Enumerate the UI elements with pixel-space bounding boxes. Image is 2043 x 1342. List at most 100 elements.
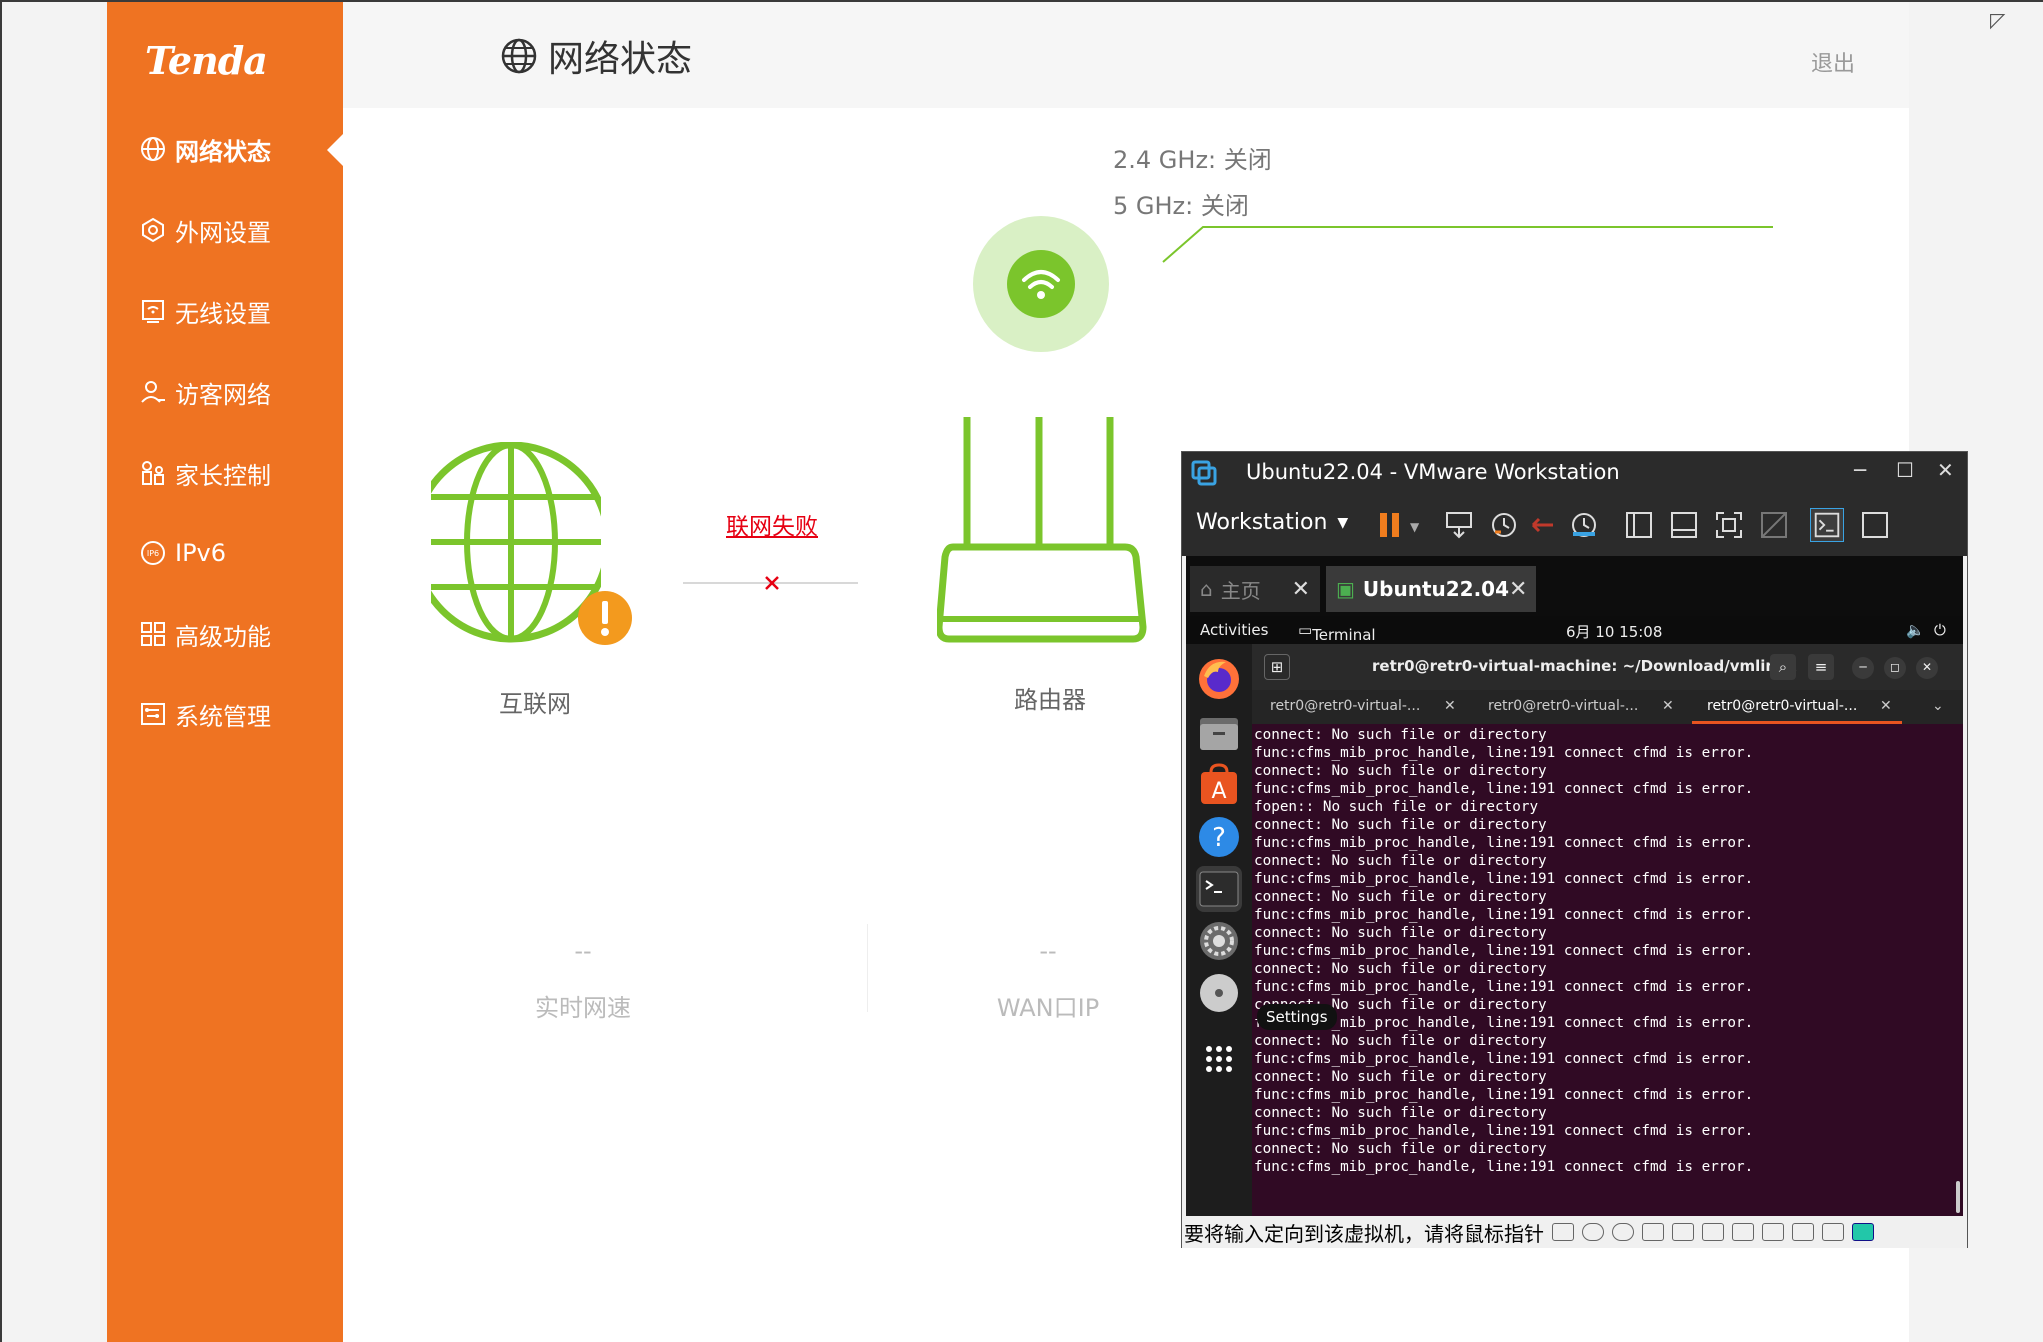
terminal-tab-active[interactable]: retr0@retr0-virtual-... [1707, 698, 1857, 714]
terminal-app-menu[interactable]: ▭ Terminal [1298, 621, 1376, 644]
revert-snapshot-icon[interactable] [1527, 508, 1561, 542]
ubuntu-screen[interactable]: Activities ▭ Terminal 6月 10 15:08 🔈 ⏻ A … [1186, 616, 1963, 1216]
sidebar-item-advanced[interactable]: 高级功能 [139, 614, 339, 654]
browser-left-border [0, 0, 2, 1342]
window-restore-icon[interactable]: ◸ [1990, 8, 2005, 32]
close-icon[interactable]: ✕ [1662, 698, 1674, 714]
maximize-icon[interactable]: ◻ [1884, 657, 1906, 679]
sidebar-item-ipv6[interactable]: IP6 IPv6 [139, 533, 339, 573]
stretch-icon[interactable] [1858, 508, 1892, 542]
vmware-tab-bar: ⌂ 主页 ✕ ▣ Ubuntu22.04 ✕ [1186, 556, 1963, 616]
maximize-icon[interactable]: ☐ [1896, 458, 1914, 482]
search-icon[interactable]: ⌕ [1770, 654, 1796, 680]
terminal-output[interactable]: connect: No such file or directory func:c… [1252, 724, 1963, 1216]
view-library-icon[interactable] [1622, 508, 1656, 542]
view-thumbnail-icon[interactable] [1667, 508, 1701, 542]
close-icon[interactable]: ✕ [1509, 577, 1527, 602]
page-title-text: 网络状态 [548, 39, 693, 80]
wan-icon [142, 217, 164, 243]
console-view-icon[interactable] [1810, 508, 1844, 542]
terminal-line: func:cfms_mib_proc_handle, line:191 conn… [1254, 871, 1754, 887]
usb-icon-2[interactable] [1822, 1223, 1844, 1241]
internet-globe-icon[interactable] [431, 442, 601, 652]
terminal-line: connect: No such file or directory [1254, 1069, 1547, 1085]
hard-disk-icon[interactable] [1552, 1223, 1574, 1241]
full-screen-icon[interactable] [1712, 508, 1746, 542]
close-icon[interactable]: ✕ [1880, 698, 1892, 714]
ubuntu-dock: A ? [1186, 644, 1252, 1216]
sidebar-item-guest[interactable]: 访客网络 [139, 372, 339, 412]
chevron-down-icon[interactable]: ⌄ [1932, 698, 1944, 714]
logout-link[interactable]: 退出 [1811, 46, 1855, 78]
wifi-icon[interactable] [971, 214, 1111, 354]
help-icon[interactable]: ? [1196, 814, 1242, 860]
tab-home[interactable]: ⌂ 主页 ✕ [1190, 566, 1320, 612]
status-message: 要将输入定向到该虚拟机，请将鼠标指针 [1184, 1221, 1544, 1246]
terminal-line: connect: No such file or directory [1254, 889, 1547, 905]
send-ctrl-alt-del-icon[interactable] [1442, 508, 1476, 542]
terminal-tab[interactable]: retr0@retr0-virtual-... [1270, 698, 1420, 714]
sidebar-item-wan[interactable]: 外网设置 [139, 210, 339, 250]
terminal-line: func:cfms_mib_proc_handle, line:191 conn… [1254, 1015, 1754, 1031]
show-apps-icon[interactable] [1196, 1036, 1242, 1082]
terminal-line: func:cfms_mib_proc_handle, line:191 conn… [1254, 1051, 1754, 1067]
close-icon[interactable]: ✕ [1916, 657, 1938, 679]
guest-icon [141, 381, 165, 403]
router-icon[interactable] [937, 412, 1167, 647]
snapshot-manager-icon[interactable] [1567, 508, 1601, 542]
terminal-title: retr0@retr0-virtual-machine: ~/Download/… [1372, 657, 1797, 675]
close-icon[interactable]: ✕ [1292, 577, 1310, 602]
svg-text:IP6: IP6 [147, 549, 159, 558]
snapshot-icon[interactable] [1487, 508, 1521, 542]
pause-icon[interactable] [1374, 508, 1408, 542]
hamburger-menu-icon[interactable]: ≡ [1808, 654, 1834, 680]
terminal-line: fopen:: No such file or directory [1254, 799, 1539, 815]
files-icon[interactable] [1196, 710, 1242, 756]
vmware-logo-icon [1191, 460, 1217, 486]
sound-icon-2[interactable] [1792, 1223, 1814, 1241]
sidebar-item-wireless[interactable]: 无线设置 [139, 291, 339, 331]
minimize-icon[interactable]: ─ [1852, 657, 1874, 679]
terminal-line: func:cfms_mib_proc_handle, line:191 conn… [1254, 835, 1754, 851]
volume-icon[interactable]: 🔈 [1906, 621, 1925, 639]
disc-icon[interactable] [1196, 970, 1242, 1016]
sidebar-item-system[interactable]: 系统管理 [139, 694, 339, 734]
sidebar: Tenda 网络状态 外网设置 无线设置 访客网络 家长控制 IP6 IPv6 … [107, 2, 343, 1342]
unity-icon[interactable] [1757, 508, 1791, 542]
sidebar-item-parental[interactable]: 家长控制 [139, 453, 339, 493]
wifi-24-status: 2.4 GHz: 关闭 [1113, 146, 1272, 174]
floppy-icon[interactable] [1642, 1223, 1664, 1241]
usb-icon[interactable] [1762, 1223, 1784, 1241]
settings-icon[interactable] [1196, 918, 1242, 964]
app-center-icon[interactable]: A [1196, 762, 1242, 808]
minimize-icon[interactable]: ─ [1854, 458, 1866, 482]
terminal-tab[interactable]: retr0@retr0-virtual-... [1488, 698, 1638, 714]
sound-icon[interactable] [1732, 1223, 1754, 1241]
firefox-icon[interactable] [1196, 656, 1242, 702]
wan-ip-label: WAN口IP [996, 994, 1100, 1022]
sidebar-item-label: 系统管理 [175, 702, 271, 731]
cd-icon[interactable] [1582, 1223, 1604, 1241]
vmware-toolbar: Workstation ▼ ▼ [1182, 492, 1967, 556]
chevron-down-icon: ▼ [1337, 514, 1349, 531]
close-icon[interactable]: ✕ [1444, 698, 1456, 714]
workstation-menu[interactable]: Workstation ▼ [1196, 510, 1348, 535]
connection-failed-link[interactable]: 联网失败 [726, 507, 818, 541]
close-icon[interactable]: ✕ [1937, 458, 1954, 482]
clock[interactable]: 6月 10 15:08 [1566, 621, 1662, 642]
network-adapter-icon[interactable] [1672, 1223, 1694, 1241]
tab-ubuntu[interactable]: ▣ Ubuntu22.04 ✕ [1326, 566, 1536, 612]
cd-icon-2[interactable] [1612, 1223, 1634, 1241]
scrollbar[interactable] [1956, 1181, 1960, 1213]
terminal-icon[interactable] [1196, 866, 1242, 912]
message-icon[interactable] [1852, 1223, 1874, 1241]
activities-button[interactable]: Activities [1200, 621, 1268, 639]
sidebar-item-label: 访客网络 [175, 380, 271, 409]
terminal-line: func:cfms_mib_proc_handle, line:191 conn… [1254, 1123, 1754, 1139]
power-icon[interactable]: ⏻ [1934, 621, 1946, 639]
new-tab-icon[interactable]: ⊞ [1264, 654, 1290, 680]
pause-dropdown-icon[interactable]: ▼ [1410, 520, 1419, 534]
terminal-line: func:cfms_mib_proc_handle, line:191 conn… [1254, 1159, 1754, 1175]
sidebar-item-network-status[interactable]: 网络状态 [139, 129, 339, 169]
printer-icon[interactable] [1702, 1223, 1724, 1241]
